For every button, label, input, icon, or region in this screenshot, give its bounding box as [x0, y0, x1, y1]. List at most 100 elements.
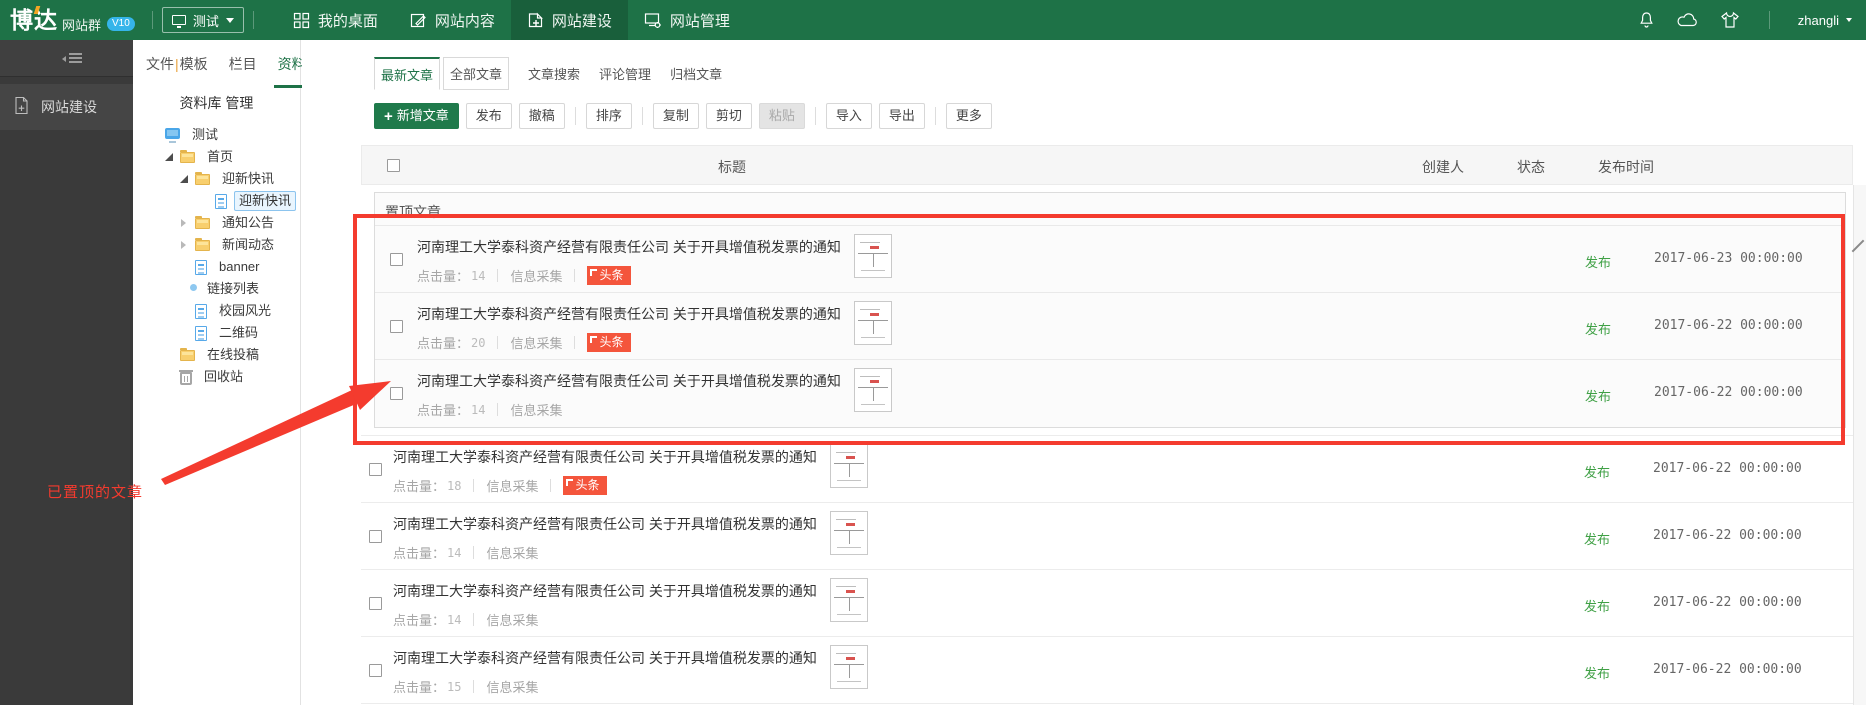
new-article-button[interactable]: + 新增文章 — [374, 103, 459, 129]
article-title[interactable]: 河南理工大学泰科资产经营有限责任公司 关于开具增值税发票的通知 — [393, 649, 817, 667]
sidebar-item-site-build[interactable]: 网站建设 — [0, 84, 133, 130]
logo-text: 博达 — [10, 0, 58, 40]
panel-tab-columns[interactable]: 栏目 — [229, 40, 257, 88]
menu-item-label: 网站建设 — [551, 12, 612, 30]
notification-bell-icon[interactable] — [1637, 10, 1656, 30]
button-label: 导入 — [835, 108, 862, 123]
status-label: 发布 — [1585, 389, 1612, 404]
sidebar-item-label: 网站建设 — [41, 99, 97, 115]
site-selector-label: 测试 — [192, 13, 219, 29]
my-desktop-icon — [293, 12, 310, 29]
export-button[interactable]: 导出 — [878, 103, 925, 129]
article-thumbnail — [829, 645, 868, 689]
tree-node[interactable]: 测试 — [133, 124, 300, 146]
clicks-count: 18 — [447, 478, 462, 493]
tree-node-label: 在线投稿 — [207, 347, 260, 362]
article-title[interactable]: 河南理工大学泰科资产经营有限责任公司 关于开具增值税发票的通知 — [393, 515, 817, 533]
menu-item-site-content[interactable]: 网站内容 — [394, 0, 511, 40]
meta-divider — [473, 479, 475, 492]
tree-node-label: banner — [219, 259, 260, 274]
article-title[interactable]: 河南理工大学泰科资产经营有限责任公司 关于开具增值税发票的通知 — [393, 582, 817, 600]
button-label: 撤稿 — [528, 108, 555, 123]
tree-node[interactable]: 链接列表 — [133, 278, 300, 300]
article-row-main: 河南理工大学泰科资产经营有限责任公司 关于开具增值税发票的通知 点击量： 14 信息采… — [393, 503, 1853, 562]
collapse-sidebar-icon[interactable] — [62, 53, 82, 65]
tree-node[interactable]: 回收站 — [133, 366, 300, 388]
topbar-menu: 我的桌面 网站内容 网站建设 网站管理 — [277, 0, 746, 40]
tree-node[interactable]: 新闻动态 — [133, 234, 300, 256]
source-label: 信息采集 — [510, 269, 563, 284]
tree-node[interactable]: 迎新快讯 — [133, 168, 300, 190]
menu-item-site-manage[interactable]: 网站管理 — [628, 0, 746, 40]
panel-tab-files-templates[interactable]: 文件|模板 — [146, 40, 208, 88]
article-checkbox[interactable] — [369, 530, 382, 543]
tab-archived-articles[interactable]: 归档文章 — [670, 57, 722, 90]
vertical-scrollbar[interactable] — [1851, 185, 1866, 705]
import-button[interactable]: 导入 — [825, 103, 872, 129]
cut-button[interactable]: 剪切 — [705, 103, 752, 129]
more-button[interactable]: 更多 — [945, 103, 992, 129]
select-all-checkbox[interactable] — [387, 159, 400, 172]
meta-divider — [473, 680, 475, 693]
theme-shirt-icon[interactable] — [1719, 11, 1741, 29]
meta-divider — [473, 613, 475, 626]
article-checkbox[interactable] — [390, 320, 403, 333]
tree-node[interactable]: 校园风光 — [133, 300, 300, 322]
publish-button[interactable]: 发布 — [465, 103, 512, 129]
article-tabs: 最新文章 全部文章 文章搜索 评论管理 归档文章 — [374, 57, 722, 90]
username: zhangli — [1797, 12, 1839, 28]
button-label: 新增文章 — [396, 108, 449, 123]
button-label: 粘贴 — [768, 108, 795, 123]
copy-button[interactable]: 复制 — [652, 103, 699, 129]
tab-all-articles[interactable]: 全部文章 — [443, 57, 510, 90]
tree-node[interactable]: 迎新快讯 — [133, 190, 300, 212]
retract-button[interactable]: 撤稿 — [518, 103, 565, 129]
top-bar: 博达 网站群 V10 测试 我的桌面 网站内容 网站建设 网站管理 zhangli — [0, 0, 1866, 40]
menu-item-site-build[interactable]: 网站建设 — [510, 0, 628, 40]
sort-button[interactable]: 排序 — [585, 103, 632, 129]
button-label: 剪切 — [715, 108, 742, 123]
tab-article-search[interactable]: 文章搜索 — [528, 57, 580, 90]
article-toolbar: + 新增文章 发布 撤稿 排序 复制 剪切 粘贴 导入 导出 更多 — [374, 103, 992, 129]
page-plus-icon — [13, 96, 30, 118]
tree-node[interactable]: 在线投稿 — [133, 344, 300, 366]
menu-item-my-desktop[interactable]: 我的桌面 — [277, 0, 394, 40]
article-row: 河南理工大学泰科资产经营有限责任公司 关于开具增值税发票的通知 点击量： 15 信息采… — [361, 637, 1853, 704]
site-manage-icon — [644, 12, 662, 29]
cloud-icon[interactable] — [1675, 11, 1700, 29]
article-row: 河南理工大学泰科资产经营有限责任公司 关于开具增值税发票的通知 点击量： 14 信息采… — [375, 226, 1845, 293]
tab-latest-articles[interactable]: 最新文章 — [374, 57, 441, 90]
tree-expand-closed-icon[interactable] — [181, 241, 195, 249]
tree-node[interactable]: banner — [133, 256, 300, 278]
article-title[interactable]: 河南理工大学泰科资产经营有限责任公司 关于开具增值税发票的通知 — [417, 238, 841, 256]
meta-divider — [497, 269, 499, 282]
tree-expand-open-icon[interactable] — [165, 152, 180, 162]
source-label: 信息采集 — [486, 479, 539, 494]
main-content: 最新文章 全部文章 文章搜索 评论管理 归档文章 + 新增文章 发布 撤稿 排序 复制 剪切 粘贴 导入… — [302, 40, 1866, 705]
user-menu[interactable]: zhangli — [1798, 13, 1852, 28]
site-selector-dropdown[interactable]: 测试 — [161, 7, 244, 33]
article-title[interactable]: 河南理工大学泰科资产经营有限责任公司 关于开具增值税发票的通知 — [417, 305, 841, 323]
publish-time: 2017-06-22 00:00:00 — [1654, 318, 1803, 333]
article-checkbox[interactable] — [390, 387, 403, 400]
article-meta: 点击量： 18 信息采集 头条 — [393, 476, 1853, 495]
article-checkbox[interactable] — [390, 253, 403, 266]
tree-expand-closed-icon[interactable] — [181, 219, 195, 227]
tree-node[interactable]: 通知公告 — [133, 212, 300, 234]
article-title[interactable]: 河南理工大学泰科资产经营有限责任公司 关于开具增值税发票的通知 — [417, 372, 841, 390]
folder-icon — [195, 172, 210, 185]
article-checkbox[interactable] — [369, 597, 382, 610]
tab-comment-management[interactable]: 评论管理 — [599, 57, 651, 90]
menu-item-label: 网站管理 — [669, 12, 730, 30]
article-checkbox[interactable] — [369, 664, 382, 677]
publish-time: 2017-06-22 00:00:00 — [1654, 385, 1803, 400]
tree-expand-open-icon[interactable] — [180, 174, 195, 184]
article-thumbnail — [853, 368, 892, 412]
tree-node[interactable]: 首页 — [133, 146, 300, 168]
folder-icon — [180, 150, 195, 163]
article-title[interactable]: 河南理工大学泰科资产经营有限责任公司 关于开具增值税发票的通知 — [393, 448, 817, 466]
tree-node[interactable]: 二维码 — [133, 322, 300, 344]
topbar-divider — [151, 11, 153, 29]
article-checkbox[interactable] — [369, 463, 382, 476]
tree-node-label: 链接列表 — [207, 281, 260, 296]
